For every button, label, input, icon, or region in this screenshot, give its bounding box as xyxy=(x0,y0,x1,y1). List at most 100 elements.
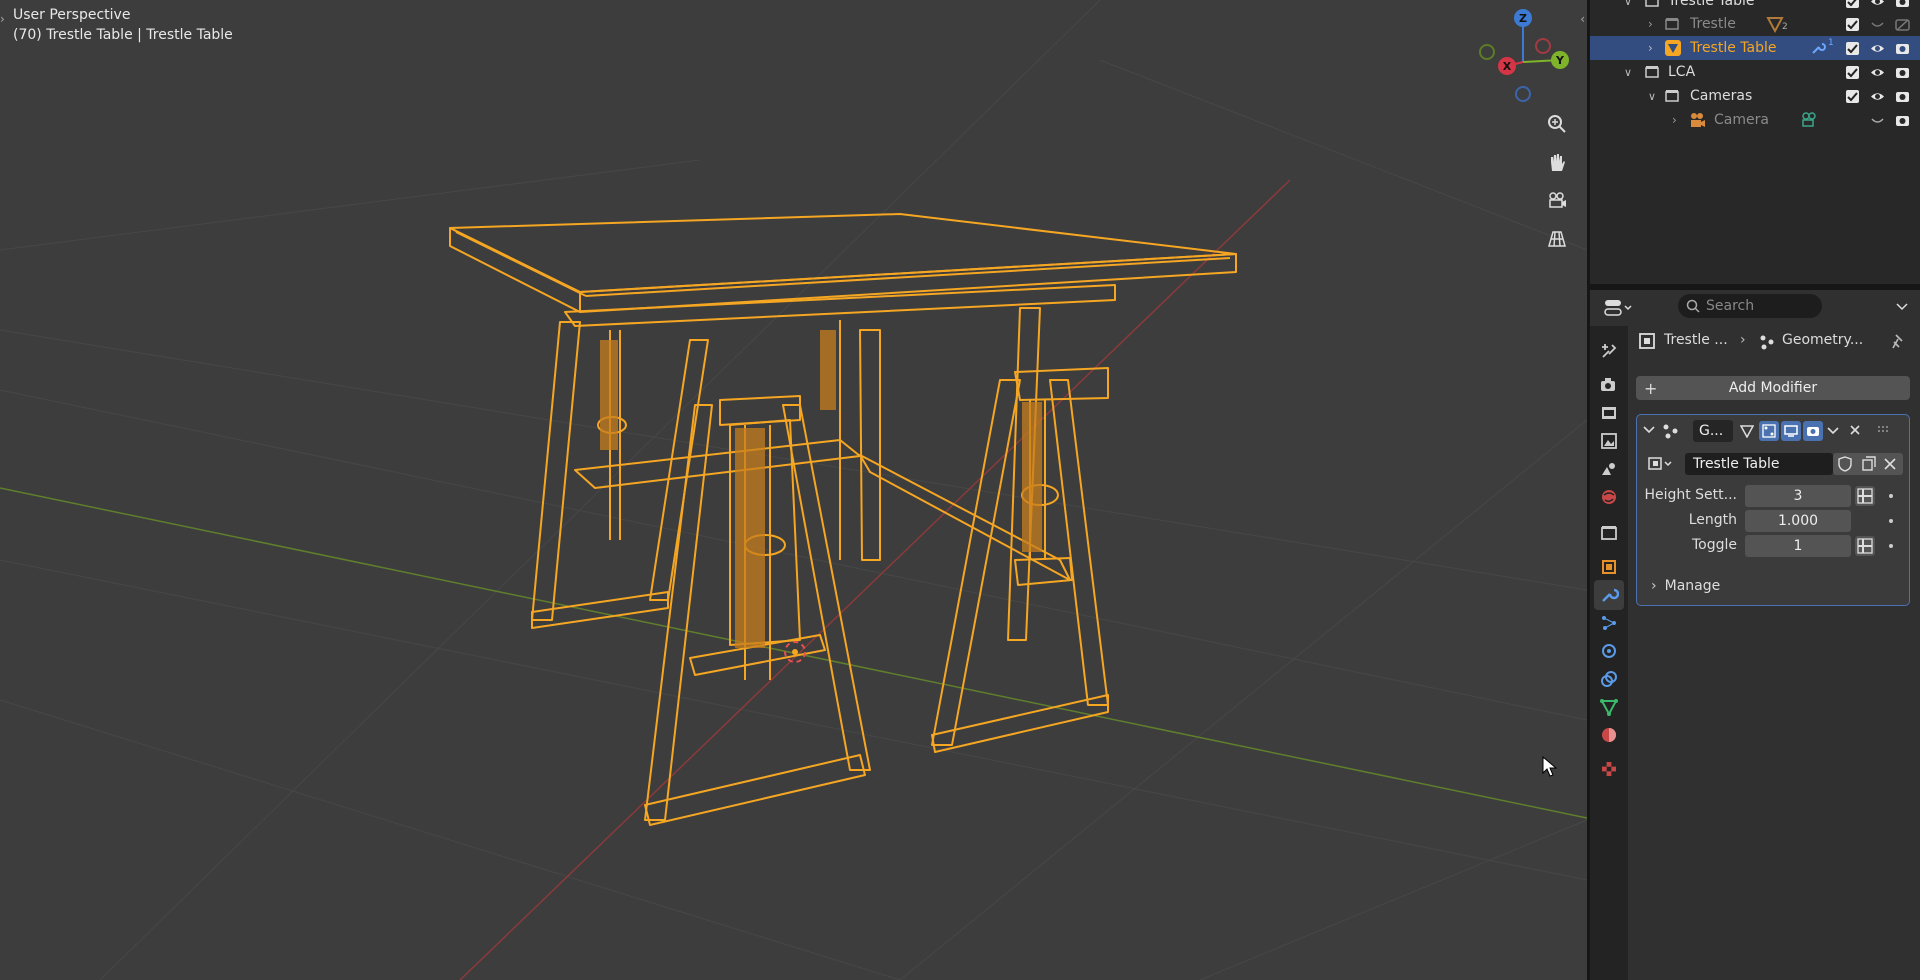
chevron-down-icon[interactable] xyxy=(1827,426,1839,436)
manage-label: Manage xyxy=(1664,578,1721,594)
viewport-display-icon[interactable] xyxy=(1781,421,1801,441)
editor-type-icon[interactable] xyxy=(1604,298,1634,318)
constraints-tab-icon[interactable] xyxy=(1594,664,1624,694)
wrench-icon[interactable] xyxy=(1810,40,1826,56)
scene-tab-icon[interactable] xyxy=(1594,454,1624,484)
viewport-title: User Perspective xyxy=(13,7,131,23)
attribute-toggle-icon[interactable] xyxy=(1855,536,1875,556)
tool-tab-icon[interactable] xyxy=(1594,336,1624,366)
material-tab-icon[interactable] xyxy=(1594,720,1624,750)
exclude-checkbox[interactable] xyxy=(1843,63,1861,81)
breadcrumb-object: Trestle ... xyxy=(1664,332,1728,348)
chevron-down-icon[interactable]: ∨ xyxy=(1648,90,1656,103)
render-camera-icon[interactable] xyxy=(1893,39,1911,57)
render-camera-icon[interactable] xyxy=(1893,0,1911,10)
collection-icon xyxy=(1645,66,1659,78)
collection-icon xyxy=(1645,0,1659,7)
duplicate-icon[interactable] xyxy=(1861,456,1877,472)
close-icon[interactable] xyxy=(1849,424,1861,436)
output-tab-icon[interactable] xyxy=(1594,398,1624,428)
object-tab-icon[interactable] xyxy=(1594,552,1624,582)
input-row-height-setting: Height Sett... 3 xyxy=(1637,485,1909,507)
hand-pan-icon[interactable] xyxy=(1542,147,1572,177)
world-tab-icon[interactable] xyxy=(1594,482,1624,512)
breadcrumb-separator-icon: › xyxy=(1740,332,1746,348)
keyframe-dot-icon[interactable] xyxy=(1889,544,1893,548)
render-camera-icon[interactable] xyxy=(1893,87,1911,105)
add-modifier-button[interactable]: + Add Modifier xyxy=(1636,376,1910,400)
eye-closed-icon[interactable] xyxy=(1868,111,1886,129)
3d-viewport[interactable]: › ‹ User Perspective (70) Trestle Table … xyxy=(0,0,1587,980)
render-toggle-icon[interactable] xyxy=(1803,421,1823,441)
input-row-toggle: Toggle 1 xyxy=(1637,535,1909,557)
gizmo-y-label: Y xyxy=(1555,54,1565,67)
chevron-down-icon[interactable] xyxy=(1643,425,1655,435)
exclude-checkbox[interactable] xyxy=(1843,15,1861,33)
eye-icon[interactable] xyxy=(1868,63,1886,81)
left-panel-toggle-icon[interactable]: › xyxy=(0,12,5,26)
modifier-count-badge: 1 xyxy=(1828,38,1834,48)
render-camera-icon[interactable] xyxy=(1893,111,1911,129)
keyframe-dot-icon[interactable] xyxy=(1889,494,1893,498)
attribute-toggle-icon[interactable] xyxy=(1855,486,1875,506)
viewport-scene[interactable] xyxy=(0,0,1587,980)
eye-icon[interactable] xyxy=(1868,87,1886,105)
node-group-name-field[interactable]: Trestle Table xyxy=(1685,453,1833,475)
chevron-down-icon[interactable] xyxy=(1896,302,1908,312)
unlink-close-icon[interactable] xyxy=(1883,457,1897,471)
render-tab-icon[interactable] xyxy=(1594,370,1624,400)
chevron-right-icon[interactable]: › xyxy=(1648,17,1653,31)
geometry-nodes-modifier-panel: G... Trestle Table Height Sett... 3 Leng… xyxy=(1636,414,1910,606)
outliner-row-label: Trestle xyxy=(1690,16,1736,32)
render-camera-disabled-icon[interactable] xyxy=(1893,15,1911,33)
exclude-checkbox[interactable] xyxy=(1843,0,1861,10)
length-field[interactable]: 1.000 xyxy=(1745,510,1851,532)
modifier-name-field[interactable]: G... xyxy=(1693,420,1733,442)
collection-tab-icon[interactable] xyxy=(1594,518,1624,548)
collection-icon xyxy=(1665,18,1679,30)
exclude-checkbox[interactable] xyxy=(1843,39,1861,57)
outliner[interactable]: ∨ Trestle Table › Trestle 2 › Trestle Ta… xyxy=(1590,0,1920,284)
gizmo-z-label: Z xyxy=(1519,12,1527,25)
modifier-tab-icon[interactable] xyxy=(1594,580,1624,610)
particles-tab-icon[interactable] xyxy=(1594,608,1624,638)
physics-tab-icon[interactable] xyxy=(1594,636,1624,666)
ortho-grid-icon[interactable] xyxy=(1542,223,1572,253)
eye-closed-icon[interactable] xyxy=(1868,15,1886,33)
user-count-badge: 2 xyxy=(1782,22,1788,32)
height-setting-field[interactable]: 3 xyxy=(1745,485,1851,507)
exclude-checkbox[interactable] xyxy=(1843,87,1861,105)
camera-data-icon[interactable] xyxy=(1800,111,1818,129)
navigation-gizmo[interactable]: Z Y X xyxy=(1470,6,1582,112)
camera-view-icon[interactable] xyxy=(1542,185,1572,215)
texture-tab-icon[interactable] xyxy=(1594,754,1624,784)
outliner-row-label: LCA xyxy=(1668,64,1696,80)
keyframe-dot-icon[interactable] xyxy=(1889,519,1893,523)
chevron-right-icon[interactable]: › xyxy=(1648,41,1653,55)
edit-mode-toggle-icon[interactable] xyxy=(1759,421,1779,441)
input-row-length: Length 1.000 xyxy=(1637,510,1909,532)
properties-search[interactable] xyxy=(1678,294,1822,318)
manage-subpanel[interactable]: › Manage xyxy=(1651,578,1720,594)
properties-editor[interactable]: Trestle ... › Geometry... + Add Modifier… xyxy=(1590,290,1920,980)
pin-icon[interactable] xyxy=(1890,333,1908,351)
gizmo-x-label: X xyxy=(1503,60,1512,73)
drag-handle-icon[interactable] xyxy=(1877,425,1891,435)
mesh-data-tab-icon[interactable] xyxy=(1594,692,1624,722)
chevron-down-icon[interactable]: ∨ xyxy=(1624,66,1632,79)
view-layer-tab-icon[interactable] xyxy=(1594,426,1624,456)
trestle-table-mesh[interactable] xyxy=(449,213,1237,826)
edit-mode-cage-icon[interactable] xyxy=(1737,421,1757,441)
outliner-row-label: Trestle Table xyxy=(1668,0,1755,9)
camera-object-icon xyxy=(1691,113,1705,127)
fake-user-shield-icon[interactable] xyxy=(1837,456,1853,472)
zoom-icon[interactable] xyxy=(1542,109,1572,139)
chevron-down-icon[interactable]: ∨ xyxy=(1624,0,1632,8)
toggle-field[interactable]: 1 xyxy=(1745,535,1851,557)
eye-icon[interactable] xyxy=(1868,0,1886,10)
eye-icon[interactable] xyxy=(1868,39,1886,57)
node-tree-browse-icon[interactable] xyxy=(1647,454,1677,474)
render-camera-icon[interactable] xyxy=(1893,63,1911,81)
chevron-right-icon[interactable]: › xyxy=(1672,113,1677,127)
search-input[interactable] xyxy=(1704,297,1818,315)
